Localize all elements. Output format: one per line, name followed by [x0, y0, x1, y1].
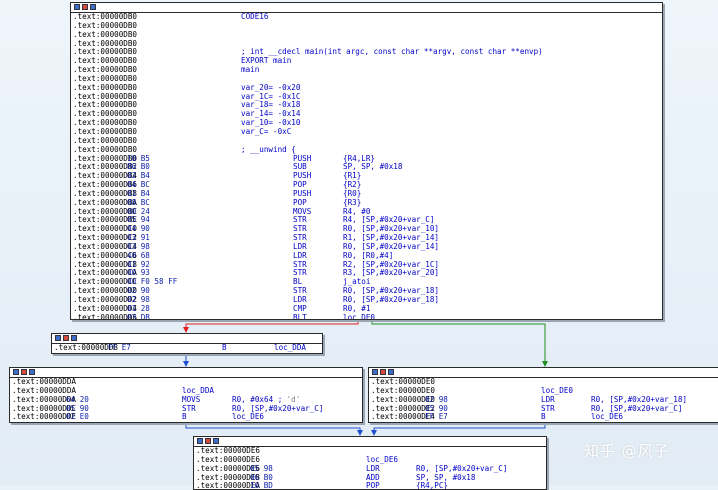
graph-mode-icon[interactable] — [197, 438, 203, 444]
line-bytes: FF E7 — [425, 412, 448, 422]
node-dd8[interactable]: .text:00000DD8 FF E7 Bloc_DDA — [51, 333, 323, 354]
line-bytes: 03 DB — [127, 312, 150, 320]
graph-mode-icon[interactable] — [55, 335, 61, 341]
disasm-lines: .text:00000DD8 FF E7 Bloc_DDA — [52, 343, 322, 353]
view-icon[interactable] — [29, 369, 35, 375]
disasm-line[interactable]: .text:00000DB0 — [71, 30, 662, 40]
disasm-line[interactable]: .text:00000DB0 — [71, 21, 662, 31]
disasm-line[interactable]: .text:00000DB0 — [71, 74, 662, 84]
disasm-line[interactable]: .text:00000DB0 CODE16 — [71, 12, 662, 22]
line-bytes: 02 E0 — [66, 412, 89, 422]
disasm-line[interactable]: .text:00000DB0 EXPORT main — [71, 56, 662, 66]
disasm-line[interactable]: .text:00000DB8 01 B4 PUSH {R0} — [71, 189, 662, 199]
disasm-line[interactable]: .text:00000DB4 02 B4 PUSH {R1} — [71, 171, 662, 181]
graph-mode-icon[interactable] — [13, 369, 19, 375]
node-header[interactable] — [71, 3, 662, 13]
node-de0[interactable]: .text:00000DE0 .text:00000DE0 loc_DE0 .text… — [368, 367, 718, 423]
disasm-line[interactable]: .text:00000DB0; int __cdecl main(int arg… — [71, 48, 662, 57]
graph-mode-icon[interactable] — [372, 369, 378, 375]
graph-mode-icon[interactable] — [74, 4, 80, 10]
edge-de0-to-de6 — [373, 422, 546, 432]
line-bytes: 10 BD — [250, 481, 273, 490]
edit-icon[interactable] — [21, 369, 27, 375]
line-operands: loc_DE6 — [232, 412, 265, 422]
edit-icon[interactable] — [63, 335, 69, 341]
line-code: main — [241, 65, 260, 75]
disasm-line[interactable]: .text:00000DB0 var_18= -0x18 — [71, 101, 662, 110]
watermark: 知乎 @风子 — [584, 442, 670, 460]
disasm-line[interactable]: .text:00000DB0 var_10= -0x10 — [71, 118, 662, 128]
line-mnemonic: B — [541, 412, 546, 422]
disasm-lines: .text:00000DE6 .text:00000DE6 loc_DE6 .text… — [194, 446, 546, 490]
disasm-line[interactable]: .text:00000DB0 main — [71, 65, 662, 75]
disasm-line[interactable]: .text:00000DB6 04 BC POP {R2} — [71, 180, 662, 190]
disasm-line[interactable]: .text:00000DB0 var_14= -0x14 — [71, 109, 662, 119]
disasm-line[interactable]: .text:00000DEA 10 BD POP {R4,PC} — [194, 481, 546, 490]
disasm-line[interactable]: .text:00000DE4 FF E7 Bloc_DE6 — [369, 413, 718, 422]
disasm-line[interactable]: .text:00000DDE 02 E0 Bloc_DE6 — [10, 413, 362, 422]
disasm-line[interactable]: .text:00000DB2 86 B0 SUB SP, SP, #0x18 — [71, 162, 662, 172]
view-icon[interactable] — [90, 4, 96, 10]
edit-icon[interactable] — [380, 369, 386, 375]
node-de6[interactable]: .text:00000DE6 .text:00000DE6 loc_DE6 .text… — [193, 436, 547, 490]
edge-main-to-de0 — [371, 319, 546, 364]
disasm-line[interactable]: .text:00000DB0 var_20= -0x20 — [71, 83, 662, 93]
disasm-line[interactable]: .text:00000DB0 var_1C= -0x1C — [71, 92, 662, 102]
line-code: ; __unwind { — [241, 144, 296, 154]
disasm-lines: .text:00000DE0 .text:00000DE0 loc_DE0 .text… — [369, 377, 718, 422]
line-operands: loc_DDA — [274, 343, 307, 352]
line-mnemonic: B — [182, 412, 187, 422]
line-mnemonic: POP — [366, 481, 380, 490]
line-code: CODE16 — [241, 12, 269, 21]
disasm-lines: .text:00000DB0 CODE16 .text:00000DB0 .text:… — [71, 12, 662, 320]
line-bytes: FF E7 — [108, 343, 131, 352]
edit-icon[interactable] — [205, 438, 211, 444]
edit-icon[interactable] — [82, 4, 88, 10]
line-operands: loc_DE0 — [343, 312, 376, 320]
view-icon[interactable] — [71, 335, 77, 341]
line-mnemonic: B — [222, 343, 227, 352]
view-icon[interactable] — [213, 438, 219, 444]
disasm-lines: .text:00000DDA .text:00000DDA loc_DDA .text… — [10, 377, 362, 422]
disasm-line[interactable]: .text:00000DD6 03 DB BLT loc_DE0 — [71, 312, 662, 320]
line-mnemonic: BLT — [293, 312, 307, 320]
line-operands: {R4,PC} — [416, 481, 449, 490]
disasm-line[interactable]: .text:00000DB0 var_C= -0xC — [71, 126, 662, 137]
line-code: var_C= -0xC — [241, 126, 292, 136]
disasm-line[interactable]: .text:00000DD8 FF E7 Bloc_DDA — [52, 343, 322, 353]
line-operands: loc_DE6 — [591, 412, 624, 422]
node-main[interactable]: .text:00000DB0 CODE16 .text:00000DB0 .text:… — [70, 2, 663, 320]
edge-main-to-dd8 — [185, 319, 359, 330]
node-dda[interactable]: .text:00000DDA .text:00000DDA loc_DDA .text… — [9, 367, 363, 423]
disasm-line[interactable]: .text:00000DB0 — [71, 136, 662, 146]
edge-dda-to-de6 — [185, 422, 361, 432]
view-icon[interactable] — [388, 369, 394, 375]
